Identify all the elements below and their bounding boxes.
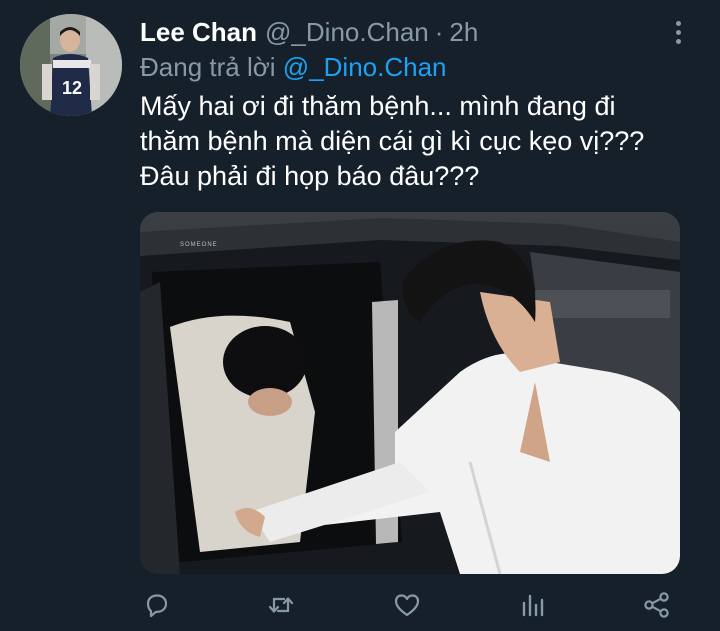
like-button[interactable] [390, 588, 424, 622]
tweet-header: Lee Chan @_Dino.Chan · 2h [140, 16, 478, 48]
tweet-text-line: Đâu phải đi họp báo đâu??? [140, 161, 480, 191]
avatar[interactable]: 12 [20, 14, 122, 116]
author-handle[interactable]: @_Dino.Chan [265, 16, 429, 48]
tweet-card[interactable]: 12 Lee Chan @_Dino.Chan · 2h Đang trả lờ… [0, 0, 720, 631]
more-vertical-icon [675, 20, 681, 26]
more-vertical-icon-dot [675, 38, 681, 44]
tweet-media-photo[interactable]: SOMEONE [140, 212, 680, 574]
tweet-text-line: thăm bệnh mà diện cái gì kì cục kẹo vị??… [140, 126, 645, 156]
avatar-image: 12 [20, 14, 122, 116]
more-options-button[interactable] [664, 18, 692, 46]
svg-text:12: 12 [62, 78, 82, 98]
tweet-actions [140, 588, 680, 624]
retweet-icon [268, 597, 294, 613]
tweet-text-line: Mấy hai ơi đi thăm bệnh... mình đang đi [140, 91, 616, 121]
reply-context: Đang trả lời @_Dino.Chan [140, 50, 447, 84]
share-icon [644, 592, 669, 618]
reply-mention-link[interactable]: @_Dino.Chan [283, 52, 447, 82]
heart-icon [394, 594, 420, 617]
analytics-button[interactable] [516, 588, 550, 622]
share-button[interactable] [640, 588, 674, 622]
tweet-text: Mấy hai ơi đi thăm bệnh... mình đang đi … [140, 89, 710, 194]
reply-icon [146, 594, 168, 618]
header-separator: · [434, 17, 444, 47]
analytics-icon [522, 594, 544, 617]
tweet-timestamp[interactable]: 2h [449, 16, 478, 48]
retweet-button[interactable] [264, 588, 298, 622]
author-display-name[interactable]: Lee Chan [140, 16, 257, 48]
photo-image: SOMEONE [140, 212, 680, 574]
reply-prefix: Đang trả lời [140, 52, 276, 82]
more-vertical-icon-dot [675, 29, 681, 35]
photo-watermark: SOMEONE [180, 242, 218, 248]
reply-button[interactable] [140, 588, 174, 622]
